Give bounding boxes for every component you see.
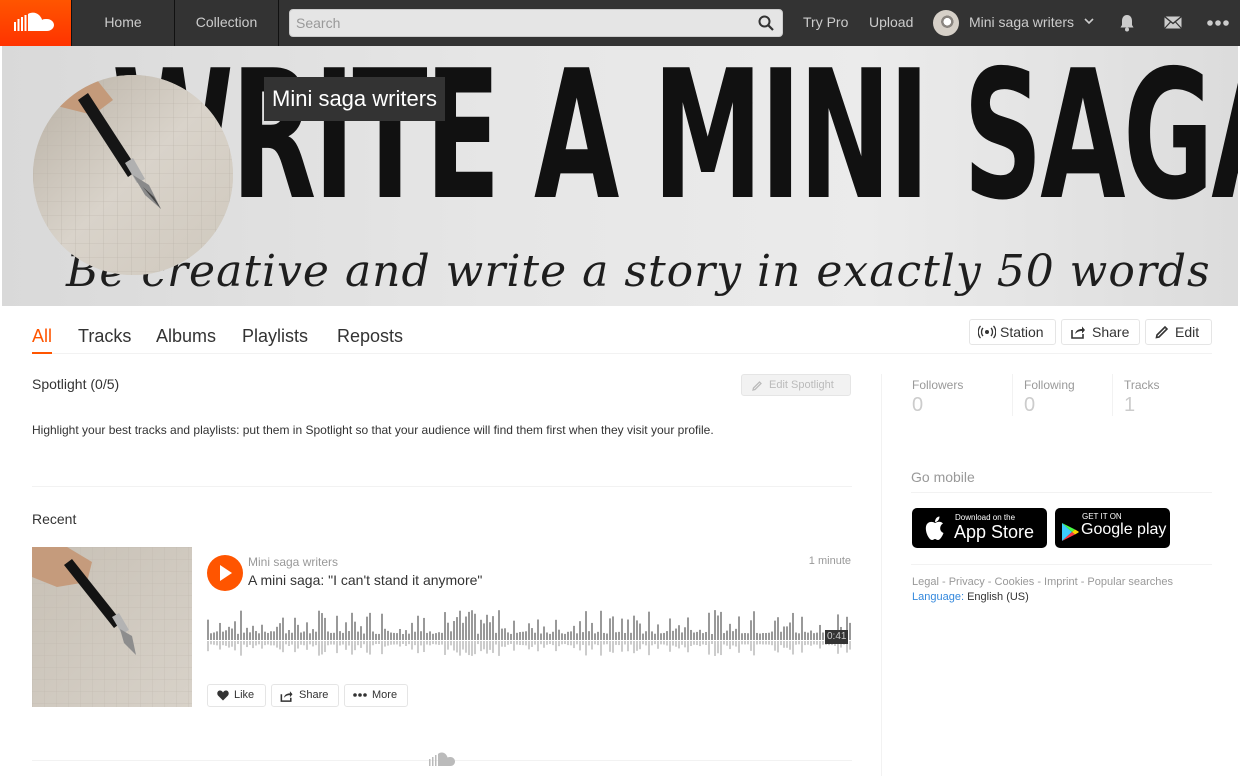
track-waveform[interactable] — [207, 604, 851, 664]
edit-button[interactable]: Edit — [1145, 319, 1212, 345]
sidebar-divider — [881, 374, 882, 776]
share-button[interactable]: Share — [1061, 319, 1140, 345]
sidebar-separator — [911, 564, 1212, 565]
track-title[interactable]: A mini saga: "I can't stand it anymore" — [248, 572, 482, 588]
search-box — [289, 9, 783, 37]
share-label: Share — [1092, 324, 1130, 340]
stat-separator — [1112, 374, 1113, 416]
spotlight-title: Spotlight (0/5) — [32, 376, 120, 392]
try-pro-link[interactable]: Try Pro — [803, 0, 848, 46]
profile-name: Mini saga writers — [264, 77, 446, 121]
tab-all[interactable]: All — [32, 326, 53, 354]
search-input[interactable] — [290, 10, 750, 36]
banner-tagline: Be creative and write a story in exactly… — [66, 246, 1211, 297]
ellipsis-icon — [353, 693, 367, 697]
pencil-icon — [1155, 325, 1169, 339]
heart-icon — [217, 690, 229, 701]
stat-label: Following — [1024, 378, 1075, 392]
user-menu-name[interactable]: Mini saga writers — [969, 0, 1074, 46]
tab-albums[interactable]: Albums — [156, 326, 216, 354]
pencil-icon — [752, 381, 762, 391]
footer-links[interactable]: Legal - Privacy - Cookies - Imprint - Po… — [912, 576, 1173, 588]
spotlight-description: Highlight your best tracks and playlists… — [32, 423, 714, 437]
play-button[interactable] — [207, 555, 243, 591]
like-label: Like — [234, 689, 255, 701]
track-duration: 0:41 — [825, 630, 849, 644]
nav-collection[interactable]: Collection — [175, 0, 279, 46]
go-mobile-heading: Go mobile — [911, 469, 1212, 493]
station-label: Station — [1000, 324, 1044, 340]
station-icon — [978, 325, 996, 339]
profile-avatar — [33, 75, 233, 275]
app-store-big-text: App Store — [954, 522, 1035, 542]
user-avatar[interactable] — [933, 10, 959, 36]
stat-value: 1 — [1124, 394, 1136, 416]
mail-icon[interactable] — [1164, 16, 1182, 29]
more-dots-icon[interactable] — [1207, 19, 1229, 27]
nav-home[interactable]: Home — [72, 0, 175, 46]
language-selector[interactable]: Language: English (US) — [912, 591, 1029, 603]
app-store-badge[interactable]: Download on the App Store — [912, 508, 1047, 548]
language-label: Language: — [912, 591, 964, 603]
tab-reposts[interactable]: Reposts — [337, 326, 403, 354]
more-button[interactable]: More — [344, 684, 408, 707]
profile-banner: WRITE A MINI SAGA Be creative and write … — [2, 46, 1238, 306]
chevron-down-icon[interactable] — [1084, 17, 1094, 25]
soundcloud-cloud-icon — [429, 752, 455, 766]
upload-link[interactable]: Upload — [869, 0, 913, 46]
share-icon — [280, 691, 293, 702]
tab-tracks[interactable]: Tracks — [78, 326, 131, 354]
edit-spotlight-label: Edit Spotlight — [769, 379, 834, 391]
play-icon — [220, 565, 232, 581]
track-uploader[interactable]: Mini saga writers — [248, 555, 338, 569]
station-button[interactable]: Station — [969, 319, 1056, 345]
soundcloud-logo-icon — [14, 12, 54, 31]
fountain-pen-image — [33, 75, 233, 275]
track-share-button[interactable]: Share — [271, 684, 339, 707]
track-artwork[interactable] — [32, 547, 192, 707]
section-divider — [32, 486, 852, 487]
language-value: English (US) — [967, 591, 1029, 603]
google-play-big-text: Google play — [1081, 521, 1167, 538]
recent-title: Recent — [32, 511, 77, 527]
apple-icon — [925, 516, 944, 540]
edit-spotlight-button[interactable]: Edit Spotlight — [741, 374, 851, 396]
app-store-small-text: Download on the — [955, 513, 1016, 522]
bell-icon[interactable] — [1119, 14, 1135, 32]
soundcloud-logo[interactable] — [0, 0, 72, 46]
google-play-small-text: GET IT ON — [1082, 512, 1122, 521]
stat-separator — [1012, 374, 1013, 416]
stat-value: 0 — [912, 394, 924, 416]
fountain-pen-image — [32, 547, 192, 707]
like-button[interactable]: Like — [207, 684, 266, 707]
tab-playlists[interactable]: Playlists — [242, 326, 308, 354]
track-share-label: Share — [299, 689, 329, 701]
more-label: More — [372, 689, 398, 701]
edit-label: Edit — [1175, 324, 1200, 340]
track-posted-time: 1 minute — [808, 555, 851, 567]
search-icon[interactable] — [758, 15, 774, 31]
google-play-icon — [1062, 523, 1079, 541]
top-navigation: Home Collection Try Pro Upload Mini saga… — [0, 0, 1240, 46]
google-play-badge[interactable]: GET IT ON Google play — [1055, 508, 1170, 548]
stat-value: 0 — [1024, 394, 1036, 416]
share-icon — [1071, 326, 1085, 339]
stat-label: Followers — [912, 378, 964, 392]
stat-label: Tracks — [1124, 378, 1160, 392]
